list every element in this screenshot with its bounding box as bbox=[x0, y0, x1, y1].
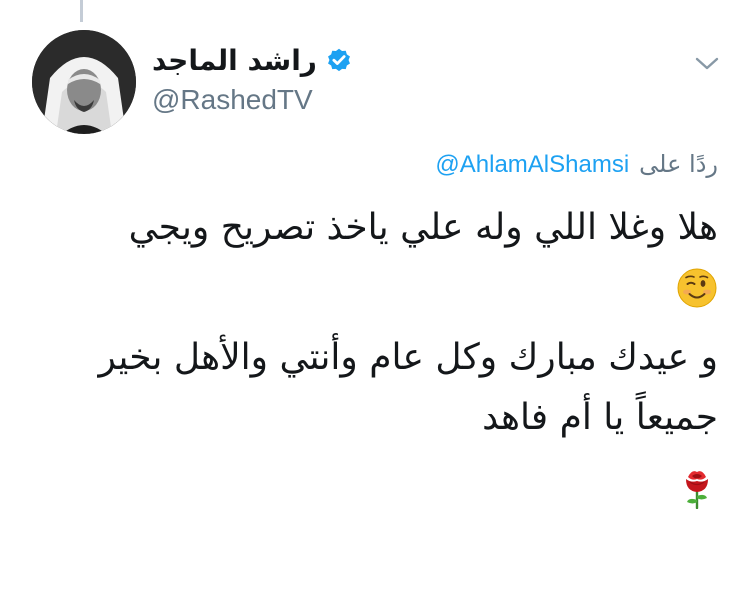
author-name-row[interactable]: راشد الماجد bbox=[152, 44, 353, 77]
avatar[interactable] bbox=[32, 30, 136, 134]
verified-badge-icon bbox=[327, 48, 350, 71]
tweet-emoji-line bbox=[28, 458, 718, 518]
reply-to-mention-link[interactable]: @AhlamAlShamsi bbox=[435, 151, 629, 179]
tweet-emoji-line bbox=[28, 258, 718, 318]
tweet-text: هلا وغلا اللي وله علي ياخذ تصريح ويجي و … bbox=[28, 198, 718, 518]
tweet-text-line: هلا وغلا اللي وله علي ياخذ تصريح ويجي bbox=[128, 207, 718, 248]
rose-icon bbox=[686, 471, 708, 509]
author-handle[interactable]: @RashedTV bbox=[152, 84, 313, 116]
chevron-down-icon[interactable] bbox=[694, 54, 720, 74]
thread-connector-line bbox=[80, 0, 83, 22]
tweet-text-line: و عيدك مبارك وكل عام وأنتي والأهل بخير bbox=[98, 337, 718, 378]
winking-face-icon bbox=[677, 268, 717, 308]
author-display-name[interactable]: راشد الماجد bbox=[152, 44, 317, 77]
profile-photo-icon bbox=[32, 30, 136, 134]
reply-prefix-label: ردًا على bbox=[639, 150, 718, 178]
tweet-text-line: جميعاً يا أم فاهد bbox=[482, 397, 718, 438]
reply-context: ردًا على @AhlamAlShamsi bbox=[435, 150, 718, 179]
